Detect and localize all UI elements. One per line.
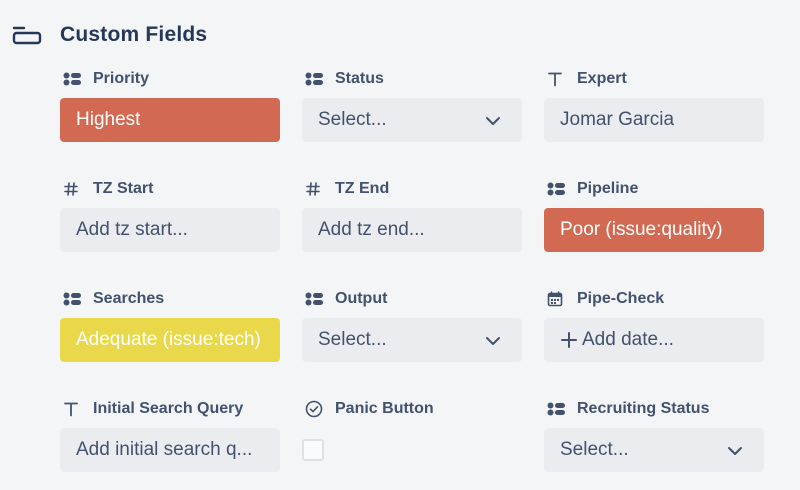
hash-icon bbox=[63, 181, 83, 197]
output-select[interactable]: Select... bbox=[302, 318, 522, 362]
field-status: Status Select... bbox=[302, 68, 522, 142]
field-initial-search-query: Initial Search Query Add initial search … bbox=[60, 398, 280, 472]
select-list-icon bbox=[547, 401, 567, 417]
field-value: Select... bbox=[560, 439, 629, 460]
field-panic-button: Panic Button bbox=[302, 398, 522, 472]
pipeline-select[interactable]: Poor (issue:quality) bbox=[544, 208, 764, 252]
select-list-icon bbox=[63, 291, 83, 307]
tz-start-input[interactable]: Add tz start... bbox=[60, 208, 280, 252]
field-label: TZ End bbox=[335, 180, 390, 197]
field-placeholder: Add initial search q... bbox=[76, 439, 253, 460]
field-label: Output bbox=[335, 290, 388, 307]
initial-search-query-input[interactable]: Add initial search q... bbox=[60, 428, 280, 472]
field-placeholder: Add tz start... bbox=[76, 219, 188, 240]
field-value: Select... bbox=[318, 329, 387, 350]
field-expert: Expert Jomar Garcia bbox=[544, 68, 764, 142]
status-select[interactable]: Select... bbox=[302, 98, 522, 142]
section-title: Custom Fields bbox=[60, 23, 208, 46]
field-priority: Priority Highest bbox=[60, 68, 280, 142]
select-list-icon bbox=[63, 71, 83, 87]
select-list-icon bbox=[547, 181, 567, 197]
recruiting-status-select[interactable]: Select... bbox=[544, 428, 764, 472]
select-list-icon bbox=[305, 71, 325, 87]
field-value: Adequate (issue:tech) bbox=[76, 329, 261, 350]
field-label: Panic Button bbox=[335, 400, 434, 417]
field-label: Pipe-Check bbox=[577, 290, 665, 307]
panel-icon bbox=[12, 24, 42, 46]
field-pipe-check: Pipe-Check Add date... bbox=[544, 288, 764, 362]
panic-button-checkbox[interactable] bbox=[302, 439, 324, 461]
field-searches: Searches Adequate (issue:tech) bbox=[60, 288, 280, 362]
tz-end-input[interactable]: Add tz end... bbox=[302, 208, 522, 252]
hash-icon bbox=[305, 181, 325, 197]
field-tz-start: TZ Start Add tz start... bbox=[60, 178, 280, 252]
expert-input[interactable]: Jomar Garcia bbox=[544, 98, 764, 142]
field-placeholder: Add date... bbox=[582, 329, 674, 350]
select-list-icon bbox=[305, 291, 325, 307]
field-label: Initial Search Query bbox=[93, 400, 244, 417]
field-recruiting-status: Recruiting Status Select... bbox=[544, 398, 764, 472]
chevron-down-icon bbox=[484, 112, 502, 126]
plus-icon bbox=[560, 331, 578, 349]
field-value: Highest bbox=[76, 109, 141, 130]
calendar-icon bbox=[547, 291, 567, 307]
field-value: Jomar Garcia bbox=[560, 109, 675, 130]
searches-select[interactable]: Adequate (issue:tech) bbox=[60, 318, 280, 362]
field-label: Pipeline bbox=[577, 180, 639, 197]
field-label: Expert bbox=[577, 70, 627, 87]
field-label: Priority bbox=[93, 70, 150, 87]
chevron-down-icon bbox=[484, 332, 502, 346]
field-placeholder: Add tz end... bbox=[318, 219, 425, 240]
chevron-down-icon bbox=[726, 442, 744, 456]
field-pipeline: Pipeline Poor (issue:quality) bbox=[544, 178, 764, 252]
field-tz-end: TZ End Add tz end... bbox=[302, 178, 522, 252]
field-value: Poor (issue:quality) bbox=[560, 219, 723, 240]
field-label: TZ Start bbox=[93, 180, 154, 197]
field-label: Searches bbox=[93, 290, 165, 307]
field-value: Select... bbox=[318, 109, 387, 130]
check-circle-icon bbox=[305, 400, 325, 418]
text-icon bbox=[63, 401, 83, 417]
field-output: Output Select... bbox=[302, 288, 522, 362]
pipe-check-date-input[interactable]: Add date... bbox=[544, 318, 764, 362]
field-label: Status bbox=[335, 70, 384, 87]
priority-select[interactable]: Highest bbox=[60, 98, 280, 142]
section-header: Custom Fields bbox=[12, 20, 207, 50]
text-icon bbox=[547, 71, 567, 87]
field-label: Recruiting Status bbox=[577, 400, 710, 417]
